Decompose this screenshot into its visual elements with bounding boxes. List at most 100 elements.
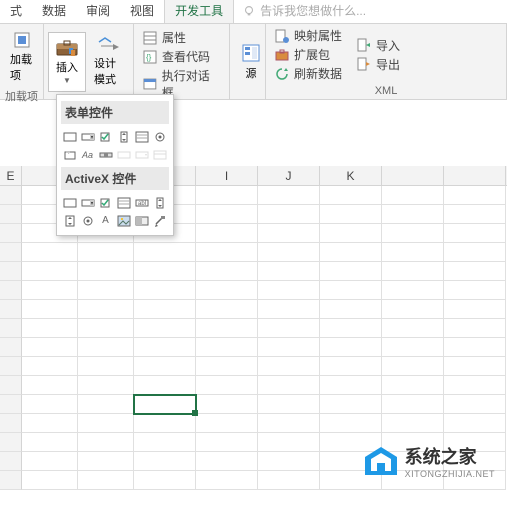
form-combobox-icon[interactable] [79,128,96,145]
ax-commandbutton-icon[interactable] [61,194,78,211]
cell[interactable] [0,395,22,414]
cell[interactable] [320,357,382,376]
cell[interactable] [382,243,444,262]
cell[interactable] [320,395,382,414]
cell[interactable] [258,414,320,433]
ax-togglebutton-icon[interactable] [133,212,150,229]
form-dropdown-disabled-icon[interactable] [151,146,168,163]
cell[interactable] [258,205,320,224]
cell[interactable] [258,243,320,262]
form-combo-disabled-icon[interactable] [133,146,150,163]
cell[interactable] [22,338,78,357]
tab-formula[interactable]: 式 [0,0,32,23]
tellme-search[interactable]: 告诉我您想做什么... [234,0,374,23]
cell[interactable] [258,319,320,338]
source-button[interactable]: 源 [234,32,268,92]
cell[interactable] [0,205,22,224]
cell[interactable] [22,395,78,414]
cell[interactable] [258,262,320,281]
cell[interactable] [196,300,258,319]
ax-scrollbar-icon[interactable] [151,194,168,211]
cell[interactable] [22,300,78,319]
cell[interactable] [320,338,382,357]
cell[interactable] [134,338,196,357]
cell[interactable] [382,414,444,433]
cell[interactable] [382,224,444,243]
cell[interactable] [22,281,78,300]
cell[interactable] [196,243,258,262]
cell[interactable] [22,414,78,433]
cell[interactable] [134,243,196,262]
ax-label-icon[interactable]: A [97,212,114,229]
cell[interactable] [134,319,196,338]
form-scrollbar-icon[interactable] [97,146,114,163]
form-label-icon[interactable]: Aa [79,146,96,163]
cell[interactable] [196,395,258,414]
cell[interactable] [0,376,22,395]
tab-data[interactable]: 数据 [32,0,76,23]
cell[interactable] [134,452,196,471]
cell[interactable] [196,471,258,490]
form-listbox-icon[interactable] [133,128,150,145]
col-header-E[interactable]: E [0,166,22,185]
cell[interactable] [196,376,258,395]
cell[interactable] [382,281,444,300]
cell[interactable] [78,471,134,490]
addins-button[interactable]: 加载项 [4,26,39,86]
cell[interactable] [134,471,196,490]
cell[interactable] [78,281,134,300]
cell[interactable] [320,319,382,338]
cell[interactable] [258,376,320,395]
cell[interactable] [320,262,382,281]
cell[interactable] [134,376,196,395]
cell[interactable] [258,357,320,376]
insert-controls-button[interactable]: 插入 ▼ [48,32,86,92]
ax-optionbutton-icon[interactable] [79,212,96,229]
ax-spinbutton-icon[interactable] [61,212,78,229]
cell[interactable] [258,471,320,490]
form-groupbox-icon[interactable]: xy [61,146,78,163]
cell[interactable] [382,395,444,414]
cell[interactable] [0,452,22,471]
cell[interactable] [382,357,444,376]
cell[interactable] [444,300,506,319]
cell[interactable] [78,395,134,414]
cell[interactable] [78,243,134,262]
cell[interactable] [0,338,22,357]
ax-morecontrols-icon[interactable] [151,212,168,229]
cell[interactable] [196,433,258,452]
col-header-I[interactable]: I [196,166,258,185]
cell[interactable] [78,376,134,395]
cell[interactable] [22,262,78,281]
cell[interactable] [78,414,134,433]
cell[interactable] [444,395,506,414]
cell[interactable] [196,186,258,205]
cell[interactable] [78,319,134,338]
cell[interactable] [258,338,320,357]
cell[interactable] [0,224,22,243]
cell[interactable] [444,376,506,395]
cell[interactable] [258,433,320,452]
cell[interactable] [0,319,22,338]
cell[interactable] [320,414,382,433]
cell[interactable] [78,262,134,281]
cell[interactable] [196,205,258,224]
cell[interactable] [320,224,382,243]
cell[interactable] [444,319,506,338]
cell[interactable] [382,338,444,357]
tab-view[interactable]: 视图 [120,0,164,23]
cell[interactable] [382,376,444,395]
cell[interactable] [0,186,22,205]
cell[interactable] [196,224,258,243]
cell[interactable] [320,186,382,205]
cell[interactable] [134,395,196,414]
form-textfield-disabled-icon[interactable] [115,146,132,163]
map-properties-button[interactable]: 映射属性 [270,26,346,45]
cell[interactable] [0,433,22,452]
cell[interactable] [0,243,22,262]
ax-image-icon[interactable] [115,212,132,229]
import-button[interactable]: 导入 [352,36,404,55]
cell[interactable] [22,243,78,262]
ax-textbox-icon[interactable]: abl [133,194,150,211]
cell[interactable] [196,357,258,376]
